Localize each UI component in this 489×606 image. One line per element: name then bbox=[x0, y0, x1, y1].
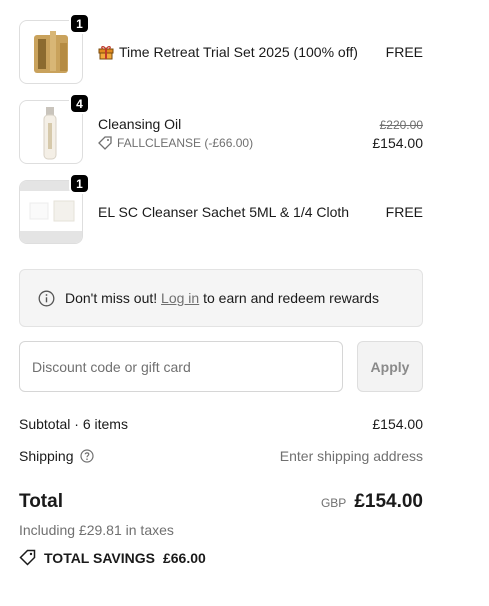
total-row: Total GBP £154.00 bbox=[19, 491, 423, 513]
taxes-text: Including £29.81 in taxes bbox=[19, 522, 174, 538]
shipping-row: Shipping Enter shipping address bbox=[19, 448, 423, 464]
line-item: 4 Cleansing Oil FALLCLEANSE (-£66.00) £2… bbox=[19, 93, 423, 164]
savings-value: £66.00 bbox=[162, 549, 206, 566]
discount-code-input[interactable] bbox=[19, 341, 343, 392]
subtotal-label: Subtotal · 6 items bbox=[19, 416, 128, 432]
info-icon bbox=[38, 290, 55, 307]
item-title: Cleansing Oil bbox=[98, 116, 182, 132]
discount-tag: FALLCLEANSE (-£66.00) bbox=[98, 136, 253, 150]
shipping-label-group: Shipping bbox=[19, 448, 94, 464]
apply-button[interactable]: Apply bbox=[357, 341, 423, 392]
quantity-badge: 1 bbox=[69, 13, 90, 34]
notice-prefix: Don't miss out! bbox=[65, 290, 162, 306]
item-title: Time Retreat Trial Set 2025 (100% off) bbox=[119, 44, 358, 60]
item-price: £154.00 bbox=[372, 135, 423, 151]
subtotal-row: Subtotal · 6 items £154.00 bbox=[19, 416, 423, 432]
gift-icon bbox=[98, 44, 114, 60]
savings-label: TOTAL SAVINGS bbox=[44, 549, 155, 566]
total-savings: TOTAL SAVINGS £66.00 bbox=[19, 549, 206, 566]
help-icon[interactable] bbox=[79, 449, 94, 463]
total-label: Total bbox=[19, 491, 63, 512]
subtotal-value: £154.00 bbox=[372, 416, 423, 432]
line-item: 1 Time Retreat Trial Set 2025 (100% off)… bbox=[19, 13, 423, 84]
rewards-notice: Don't miss out! Log in to earn and redee… bbox=[19, 269, 423, 327]
line-item: 1 EL SC Cleanser Sachet 5ML & 1/4 Cloth … bbox=[19, 173, 423, 244]
item-price: FREE bbox=[385, 44, 423, 60]
original-price: £220.00 bbox=[379, 118, 423, 132]
discount-code: FALLCLEANSE (-£66.00) bbox=[117, 136, 254, 150]
taxes-row: Including £29.81 in taxes bbox=[19, 522, 423, 538]
notice-suffix: to earn and redeem rewards bbox=[199, 290, 379, 306]
item-title-row: Time Retreat Trial Set 2025 (100% off) bbox=[98, 44, 358, 60]
total-value: £154.00 bbox=[354, 491, 423, 512]
quantity-badge: 4 bbox=[69, 93, 90, 114]
shipping-label: Shipping bbox=[19, 448, 74, 464]
item-price: FREE bbox=[385, 204, 423, 220]
shipping-value: Enter shipping address bbox=[279, 448, 423, 464]
item-title: EL SC Cleanser Sachet 5ML & 1/4 Cloth bbox=[98, 204, 350, 220]
login-link[interactable]: Log in bbox=[161, 290, 199, 306]
tag-icon bbox=[19, 549, 36, 566]
tag-icon bbox=[98, 136, 112, 150]
currency-code: GBP bbox=[320, 496, 347, 510]
total-value-group: GBP £154.00 bbox=[321, 491, 423, 513]
quantity-badge: 1 bbox=[69, 173, 90, 194]
